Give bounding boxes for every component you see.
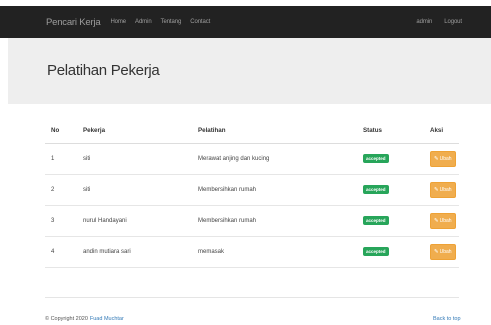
ubah-button[interactable]: ✎ Ubah bbox=[430, 243, 456, 260]
cell-no: 4 bbox=[45, 235, 77, 268]
page-title: Pelatihan Pekerja bbox=[47, 62, 160, 79]
copyright-text: © Copyright 2020 bbox=[45, 316, 88, 322]
navbar-right: admin Logout bbox=[404, 19, 462, 25]
navbar: Pencari Kerja Home Admin Tentang Contact… bbox=[0, 6, 491, 38]
table-header-row: No Pekerja Pelatihan Status Aksi bbox=[45, 119, 459, 144]
author-link[interactable]: Fuad Muchtar bbox=[90, 316, 124, 322]
cell-aksi: ✎ Ubah bbox=[424, 204, 459, 236]
ubah-button[interactable]: ✎ Ubah bbox=[430, 150, 456, 167]
cell-pelatihan: memasak bbox=[192, 235, 357, 268]
cell-no: 2 bbox=[45, 173, 77, 205]
edit-icon: ✎ bbox=[434, 217, 439, 224]
ubah-button-label: Ubah bbox=[439, 186, 452, 193]
table-row: 4 andin mutiara sari memasak accepted ✎ U… bbox=[45, 235, 459, 268]
table-row: 1 siti Merawat anjing dan kucing accepte… bbox=[45, 142, 459, 174]
cell-pelatihan: Membersihkan rumah bbox=[192, 204, 357, 236]
cell-aksi: ✎ Ubah bbox=[424, 173, 459, 205]
column-header-pelatihan: Pelatihan bbox=[192, 119, 357, 144]
column-header-no: No bbox=[45, 119, 77, 144]
brand-link[interactable]: Pencari Kerja bbox=[46, 17, 101, 28]
status-badge: accepted bbox=[363, 154, 389, 163]
edit-icon: ✎ bbox=[434, 155, 439, 162]
column-header-aksi: Aksi bbox=[424, 119, 459, 144]
nav-link-home[interactable]: Home bbox=[110, 19, 126, 25]
cell-status: accepted bbox=[357, 173, 424, 205]
cell-pekerja: siti bbox=[77, 142, 192, 174]
cell-pekerja: nurul Handayani bbox=[77, 204, 192, 236]
back-to-top-link[interactable]: Back to top bbox=[433, 316, 461, 322]
cell-no: 1 bbox=[45, 142, 77, 174]
nav-link-tentang[interactable]: Tentang bbox=[161, 19, 182, 25]
navbar-left: Pencari Kerja Home Admin Tentang Contact bbox=[46, 17, 219, 28]
footer-copyright: © Copyright 2020 Fuad Muchtar bbox=[45, 316, 124, 322]
status-badge: accepted bbox=[363, 216, 389, 225]
ubah-button[interactable]: ✎ Ubah bbox=[430, 212, 456, 229]
ubah-button-label: Ubah bbox=[439, 217, 452, 224]
cell-no: 3 bbox=[45, 204, 77, 236]
column-header-status: Status bbox=[357, 119, 424, 144]
cell-aksi: ✎ Ubah bbox=[424, 142, 459, 174]
cell-status: accepted bbox=[357, 235, 424, 268]
edit-icon: ✎ bbox=[434, 248, 439, 255]
nav-link-contact[interactable]: Contact bbox=[190, 19, 210, 25]
table-row: 3 nurul Handayani Membersihkan rumah acc… bbox=[45, 204, 459, 236]
nav-link-admin-user[interactable]: admin bbox=[416, 19, 432, 25]
cell-aksi: ✎ Ubah bbox=[424, 235, 459, 268]
ubah-button[interactable]: ✎ Ubah bbox=[430, 181, 456, 198]
nav-link-admin[interactable]: Admin bbox=[135, 19, 152, 25]
page-header: Pelatihan Pekerja bbox=[8, 38, 491, 104]
cell-status: accepted bbox=[357, 142, 424, 174]
cell-status: accepted bbox=[357, 204, 424, 236]
ubah-button-label: Ubah bbox=[439, 155, 452, 162]
status-badge: accepted bbox=[363, 185, 389, 194]
cell-pekerja: siti bbox=[77, 173, 192, 205]
footer-divider bbox=[45, 297, 459, 298]
table-row: 2 siti Membersihkan rumah accepted ✎ Ubah bbox=[45, 173, 459, 205]
status-badge: accepted bbox=[363, 247, 389, 256]
cell-pekerja: andin mutiara sari bbox=[77, 235, 192, 268]
cell-pelatihan: Merawat anjing dan kucing bbox=[192, 142, 357, 174]
edit-icon: ✎ bbox=[434, 186, 439, 193]
ubah-button-label: Ubah bbox=[439, 248, 452, 255]
cell-pelatihan: Membersihkan rumah bbox=[192, 173, 357, 205]
column-header-pekerja: Pekerja bbox=[77, 119, 192, 144]
pelatihan-table: No Pekerja Pelatihan Status Aksi 1 siti … bbox=[45, 119, 459, 268]
nav-link-logout[interactable]: Logout bbox=[444, 19, 462, 25]
